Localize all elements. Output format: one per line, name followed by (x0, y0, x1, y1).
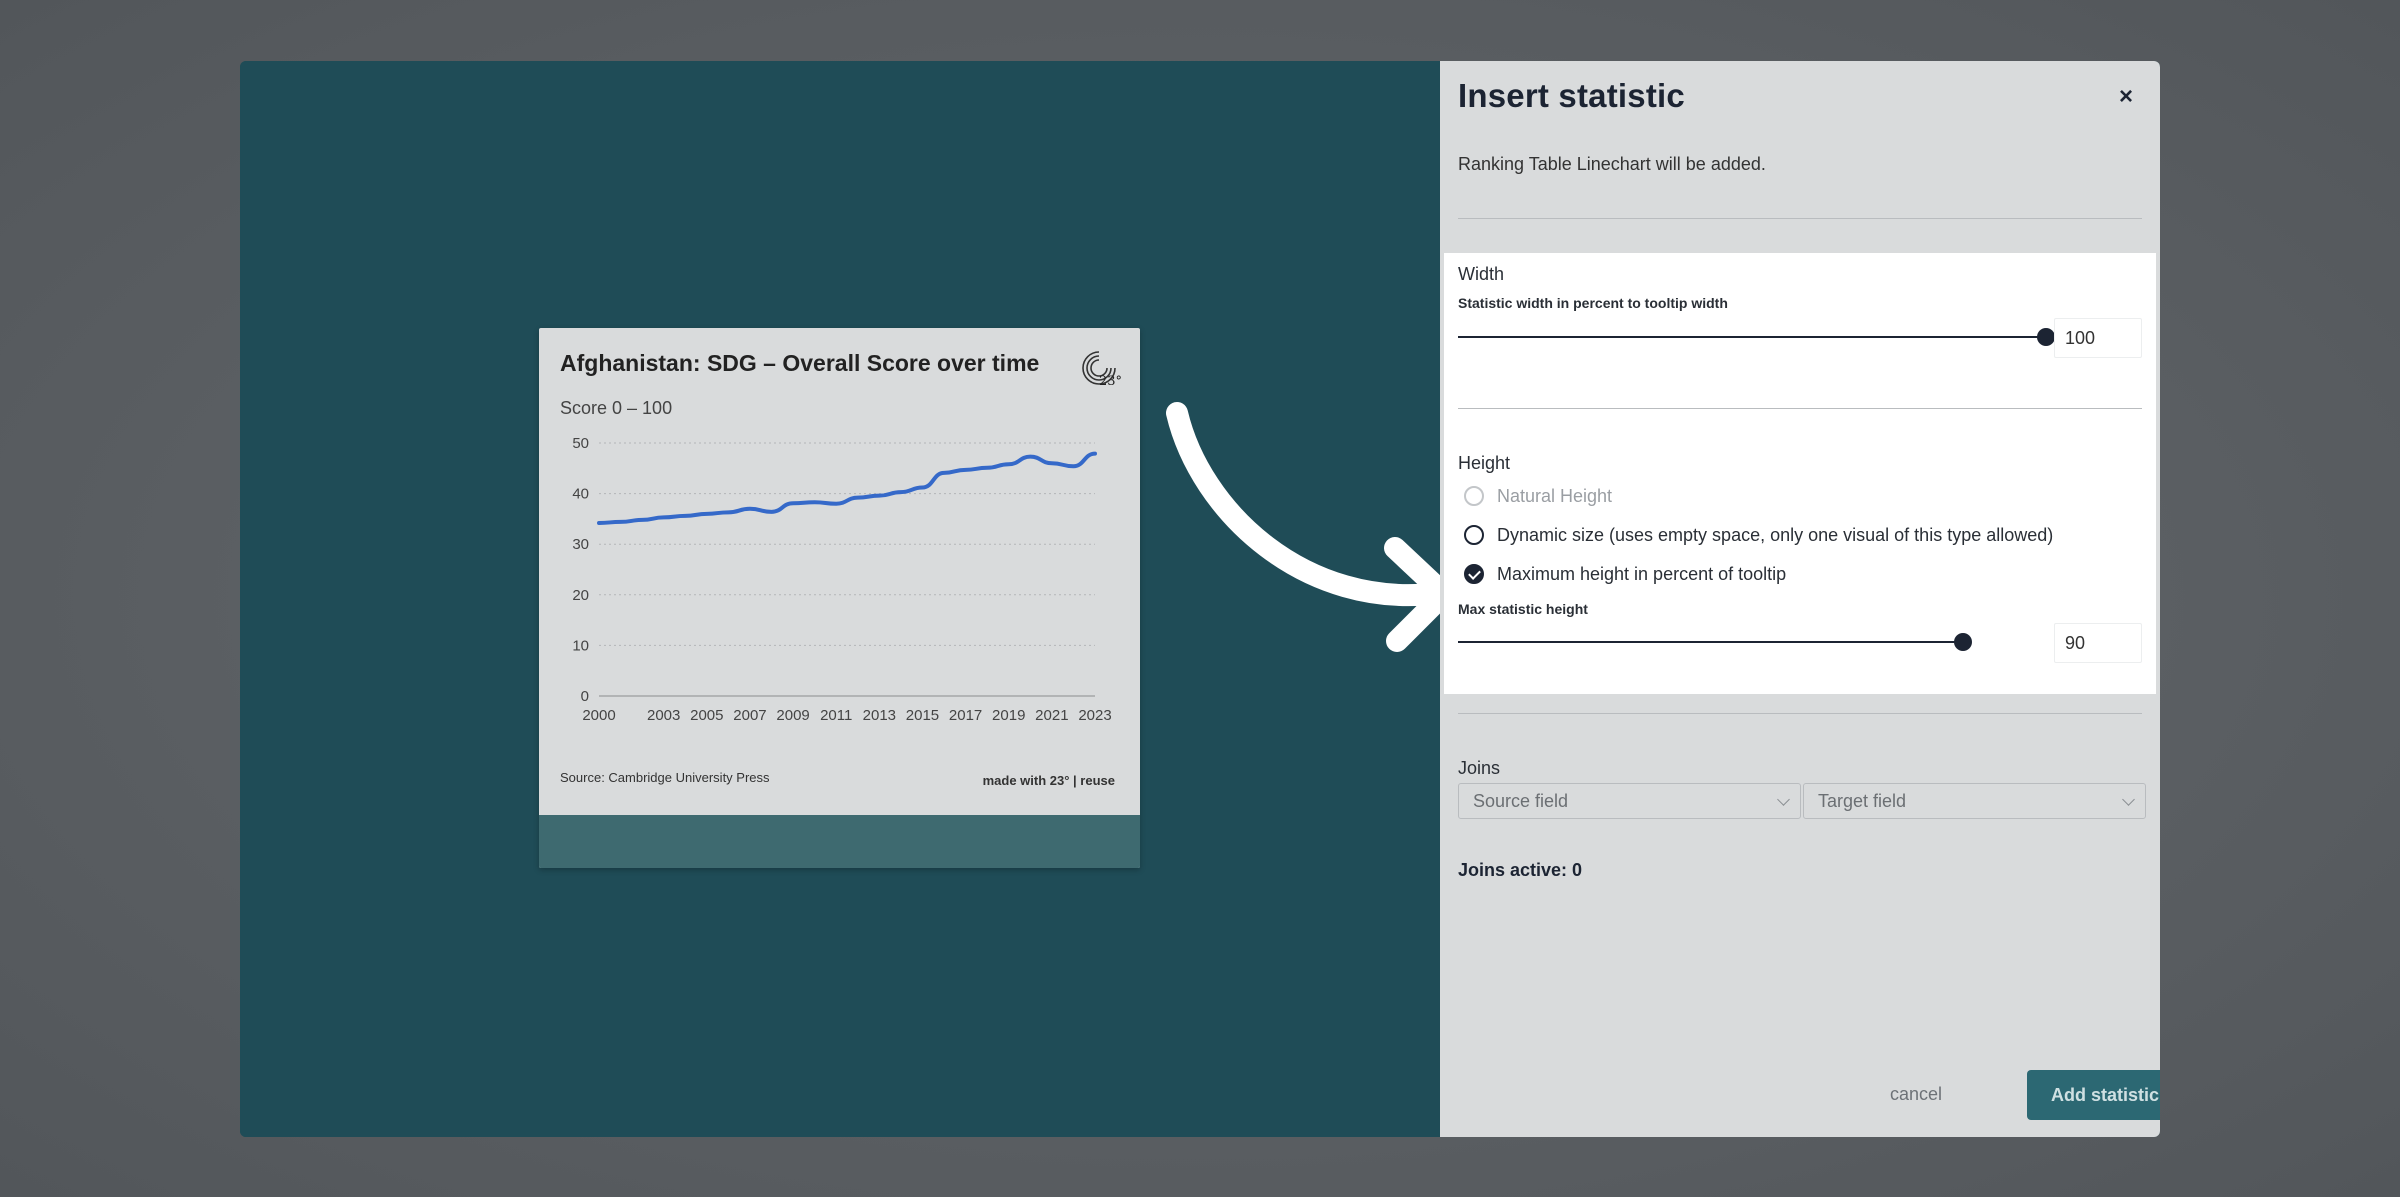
joins-label: Joins (1458, 758, 1501, 778)
joins-active-count: Joins active: 0 (1458, 860, 1583, 880)
panel-description: Ranking Table Linechart will be added. (1458, 154, 1766, 174)
height-label: Height (1458, 453, 1511, 473)
x-tick-label: 2000 (582, 707, 615, 724)
y-tick-label: 0 (581, 688, 589, 705)
x-tick-label: 2021 (1035, 707, 1068, 724)
radio-maximum-height[interactable]: Maximum height in percent of tooltip (1464, 562, 1786, 586)
radio-label: Maximum height in percent of tooltip (1497, 563, 1787, 584)
panel-title: Insert statistic (1458, 77, 1685, 114)
radio-label: Natural Height (1497, 485, 1613, 506)
y-tick-label: 30 (572, 536, 589, 553)
x-tick-label: 2017 (949, 707, 982, 724)
width-slider-handle[interactable] (2037, 328, 2055, 346)
radio-button[interactable] (1464, 525, 1484, 545)
x-tick-label: 2013 (863, 707, 896, 724)
arrow-icon (1166, 402, 1455, 652)
x-tick-label: 2003 (647, 707, 680, 724)
width-slider[interactable] (1458, 327, 2055, 347)
settings-panel: Insert statistic × Ranking Table Linecha… (1440, 61, 2160, 1137)
made-with-link[interactable]: made with 23° | reuse (983, 773, 1115, 788)
target-field-select[interactable]: Target field (1803, 783, 2146, 819)
height-slider-label: Max statistic height (1458, 601, 1588, 617)
y-tick-label: 10 (572, 637, 589, 654)
y-tick-label: 50 (572, 435, 589, 452)
card-title: Afghanistan: SDG – Overall Score over ti… (560, 350, 1040, 376)
series-line (597, 451, 1097, 525)
radio-button[interactable] (1464, 486, 1484, 506)
card-footer-bar (539, 815, 1140, 868)
close-icon[interactable]: × (2112, 83, 2140, 111)
target-field-placeholder: Target field (1818, 791, 1907, 811)
width-slider-track (1458, 336, 2046, 338)
card-subtitle: Score 0 – 100 (560, 398, 673, 418)
preview-pane: Afghanistan: SDG – Overall Score over ti… (240, 61, 1455, 1137)
radio-label: Dynamic size (uses empty space, only one… (1497, 524, 2054, 545)
divider (1458, 713, 2142, 714)
x-tick-label: 2009 (776, 707, 809, 724)
x-tick-label: 2015 (906, 707, 939, 724)
width-label: Width (1458, 264, 1505, 284)
x-tick-label: 2019 (992, 707, 1025, 724)
divider (1458, 218, 2142, 219)
logo-23-icon: 23° (1082, 351, 1121, 388)
y-tick-label: 40 (572, 486, 589, 503)
max-height-slider[interactable] (1458, 632, 2046, 652)
max-height-slider-track (1458, 641, 1963, 643)
source-field-select[interactable]: Source field (1458, 783, 1801, 819)
radio-dynamic-size[interactable]: Dynamic size (uses empty space, only one… (1464, 523, 2053, 547)
x-tick-label: 2005 (690, 707, 723, 724)
max-height-slider-handle[interactable] (1953, 633, 1972, 651)
chevron-down-icon (1777, 793, 1790, 806)
cancel-button[interactable]: cancel (1890, 1084, 1942, 1105)
max-height-value-input[interactable]: 90 (2054, 623, 2142, 663)
source-field-placeholder: Source field (1473, 791, 1569, 811)
radio-checked-icon[interactable] (1464, 564, 1484, 584)
divider (1458, 408, 2142, 409)
card-source: Source: Cambridge University Press (560, 770, 770, 785)
x-tick-label: 2023 (1078, 707, 1111, 724)
insert-statistic-modal: Afghanistan: SDG – Overall Score over ti… (240, 61, 2160, 1137)
chevron-down-icon (2122, 793, 2135, 806)
logo-text: 23° (1099, 374, 1121, 388)
y-tick-label: 20 (572, 587, 589, 604)
x-tick-label: 2011 (820, 707, 852, 724)
add-statistic-button[interactable]: Add statistic (2027, 1070, 2160, 1120)
width-value-input[interactable]: 100 (2054, 318, 2142, 358)
radio-natural-height[interactable]: Natural Height (1464, 484, 1612, 508)
highlighted-section (1444, 253, 2156, 694)
statistic-preview-card: Afghanistan: SDG – Overall Score over ti… (539, 328, 1140, 868)
line-chart: 0 10 20 30 40 50 2000 2003 2005 2007 2009 2011 2013 2… (572, 435, 1111, 724)
x-tick-label: 2007 (733, 707, 766, 724)
width-slider-label: Statistic width in percent to tooltip wi… (1458, 295, 1728, 311)
